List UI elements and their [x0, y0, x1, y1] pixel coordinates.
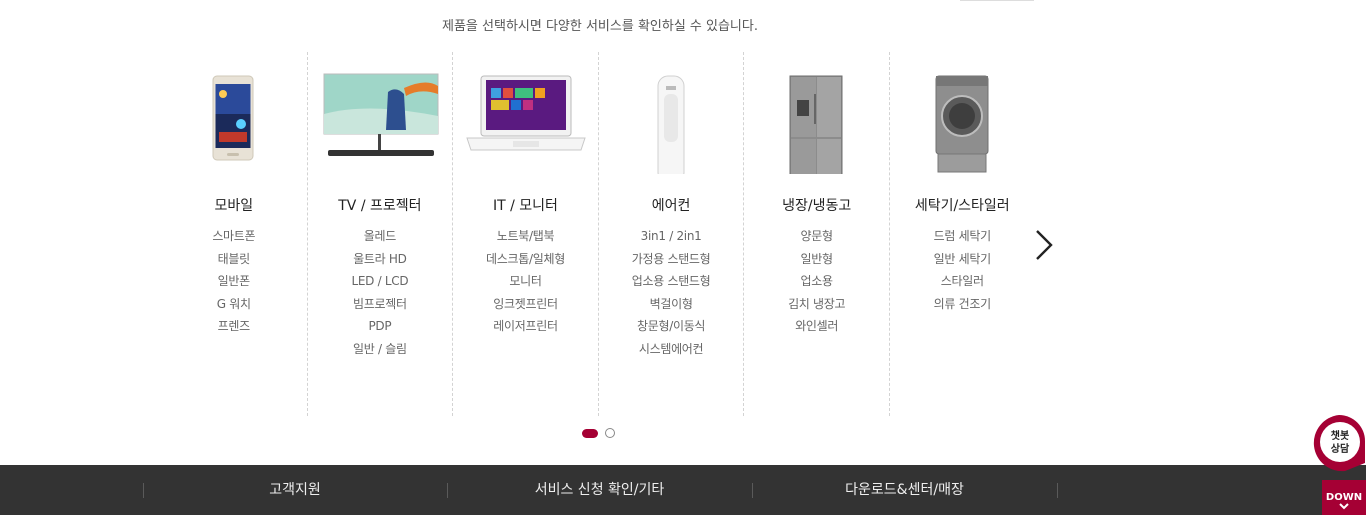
category-link[interactable]: 올레드: [308, 225, 453, 248]
category-link[interactable]: 벽걸이형: [599, 293, 744, 316]
chat-label-line2: 상담: [1331, 442, 1350, 455]
category-link[interactable]: 김치 냉장고: [744, 293, 889, 316]
smartphone-image[interactable]: [161, 64, 307, 174]
category-link[interactable]: G 워치: [161, 293, 307, 316]
category-link[interactable]: 창문형/이동식: [599, 315, 744, 338]
category-link[interactable]: 모니터: [453, 270, 598, 293]
pagination-dot-active[interactable]: [582, 428, 598, 438]
category-link[interactable]: 일반폰: [161, 270, 307, 293]
category-link[interactable]: 데스크톱/일체형: [453, 248, 598, 271]
category-link[interactable]: 가정용 스탠드형: [599, 248, 744, 271]
category-title[interactable]: 세탁기/스타일러: [890, 195, 1035, 215]
category-washer[interactable]: 세탁기/스타일러 드럼 세탁기 일반 세탁기 스타일러 의류 건조기: [888, 52, 1035, 416]
category-link[interactable]: 업소용 스탠드형: [599, 270, 744, 293]
category-link[interactable]: PDP: [308, 315, 453, 338]
category-title[interactable]: 냉장/냉동고: [744, 195, 889, 215]
top-divider: [960, 0, 1034, 1]
category-it[interactable]: IT / 모니터 노트북/탭북 데스크톱/일체형 모니터 잉크젯프린터 레이저프…: [452, 52, 598, 416]
category-link[interactable]: 업소용: [744, 270, 889, 293]
aircon-image[interactable]: [599, 64, 744, 183]
category-link[interactable]: 와인셀러: [744, 315, 889, 338]
footer-bar: 고객지원 서비스 신청 확인/기타 다운로드&센터/매장: [0, 465, 1366, 515]
carousel-pagination: [582, 428, 615, 438]
category-link[interactable]: 태블릿: [161, 248, 307, 271]
refrigerator-image[interactable]: [744, 64, 889, 183]
category-title[interactable]: 에어컨: [599, 195, 744, 215]
category-link[interactable]: 울트라 HD: [308, 248, 453, 271]
scroll-down-button[interactable]: DOWN: [1322, 480, 1366, 515]
category-link[interactable]: 스타일러: [890, 270, 1035, 293]
category-link[interactable]: 드럼 세탁기: [890, 225, 1035, 248]
category-link[interactable]: 일반 세탁기: [890, 248, 1035, 271]
category-link[interactable]: 노트북/탭북: [453, 225, 598, 248]
category-link[interactable]: 레이저프린터: [453, 315, 598, 338]
category-link[interactable]: 3in1 / 2in1: [599, 225, 744, 248]
product-carousel: 모바일 스마트폰 태블릿 일반폰 G 워치 프렌즈 TV / 프로젝터 올레드 …: [161, 52, 1035, 416]
category-title[interactable]: 모바일: [161, 195, 307, 215]
tv-image[interactable]: [308, 64, 453, 174]
category-title[interactable]: IT / 모니터: [453, 195, 598, 215]
footer-item-download-center[interactable]: 다운로드&센터/매장: [752, 465, 1057, 515]
category-link[interactable]: 시스템에어컨: [599, 338, 744, 361]
down-label: DOWN: [1325, 492, 1363, 503]
category-link[interactable]: 잉크젯프린터: [453, 293, 598, 316]
category-link[interactable]: LED / LCD: [308, 270, 453, 293]
category-link[interactable]: 양문형: [744, 225, 889, 248]
footer-item-service-check[interactable]: 서비스 신청 확인/기타: [447, 465, 752, 515]
category-aircon[interactable]: 에어컨 3in1 / 2in1 가정용 스탠드형 업소용 스탠드형 벽걸이형 창…: [597, 52, 744, 416]
category-fridge[interactable]: 냉장/냉동고 양문형 일반형 업소용 김치 냉장고 와인셀러: [743, 52, 889, 416]
laptop-image[interactable]: [453, 64, 598, 174]
category-link[interactable]: 스마트폰: [161, 225, 307, 248]
chat-label-line1: 챗봇: [1331, 429, 1349, 442]
chatbot-button[interactable]: 챗봇 상담: [1311, 413, 1366, 473]
chevron-down-icon: [1339, 503, 1349, 510]
category-link[interactable]: 프렌즈: [161, 315, 307, 338]
category-link[interactable]: 일반 / 슬림: [308, 338, 453, 361]
washer-image[interactable]: [890, 64, 1035, 174]
category-tv[interactable]: TV / 프로젝터 올레드 울트라 HD LED / LCD 빔프로젝터 PDP…: [306, 52, 453, 416]
intro-text: 제품을 선택하시면 다양한 서비스를 확인하실 수 있습니다.: [442, 19, 758, 34]
category-mobile[interactable]: 모바일 스마트폰 태블릿 일반폰 G 워치 프렌즈: [161, 52, 307, 416]
footer-divider: [1057, 483, 1058, 498]
pagination-dot[interactable]: [605, 428, 615, 438]
category-link[interactable]: 일반형: [744, 248, 889, 271]
category-link[interactable]: 빔프로젝터: [308, 293, 453, 316]
category-title[interactable]: TV / 프로젝터: [308, 195, 453, 215]
next-arrow-icon[interactable]: [1032, 228, 1056, 262]
category-link[interactable]: 의류 건조기: [890, 293, 1035, 316]
footer-item-support[interactable]: 고객지원: [143, 465, 447, 515]
